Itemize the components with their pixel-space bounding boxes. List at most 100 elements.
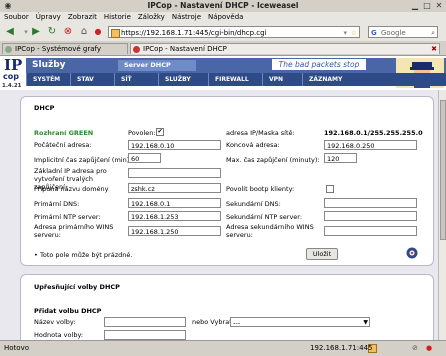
window-title: IPCop - Nastavení DHCP - Iceweasel	[147, 1, 299, 10]
fixed-lease-input[interactable]	[128, 168, 221, 178]
url-input[interactable]: https://192.168.1.71:445/cgi-bin/dhcp.cg…	[108, 26, 360, 38]
nav-vpn[interactable]: VPN	[262, 73, 302, 86]
end-address-input[interactable]: 192.168.0.250	[324, 140, 417, 150]
max-lease-label: Max. čas zapůjčení (minuty):	[226, 156, 320, 164]
subtab-dhcp-server[interactable]: Server DHCP	[118, 60, 196, 71]
version-label: 1.4.21	[2, 83, 22, 89]
menu-soubor[interactable]: Soubor	[4, 13, 29, 21]
help-icon[interactable]	[406, 247, 418, 259]
option-select[interactable]: --- ▼	[230, 317, 370, 327]
primary-ntp-input[interactable]: 192.168.1.253	[128, 211, 221, 221]
nav-firewall[interactable]: FIREWALL	[208, 73, 262, 86]
close-window-icon[interactable]: ✕	[434, 1, 444, 10]
url-dropdown-icon[interactable]: ▾	[343, 27, 347, 39]
section-title: Služby	[32, 60, 66, 70]
ip-mask-value: 192.168.0.1/255.255.255.0	[324, 129, 423, 137]
secondary-ntp-label: Sekundární NTP server:	[226, 213, 303, 221]
interface-label: Rozhraní GREEN	[34, 129, 94, 137]
bookmark-star-icon[interactable]: ☆	[351, 27, 357, 39]
secondary-dns-input[interactable]	[324, 198, 417, 208]
domain-suffix-input[interactable]: zshk.cz	[128, 183, 221, 193]
home-icon[interactable]: ⌂	[78, 26, 90, 38]
header-bar	[26, 58, 446, 73]
lock-icon	[111, 29, 120, 38]
end-address-label: Koncová adresa:	[226, 141, 280, 149]
default-lease-input[interactable]: 60	[128, 153, 161, 163]
maximize-icon[interactable]: □	[422, 1, 432, 10]
tab-bar: IPCop - Systémové grafy IPCop - Nastaven…	[0, 41, 446, 56]
option-name-label: Název volby:	[34, 318, 76, 326]
close-tab-icon[interactable]: ✖	[431, 44, 437, 55]
tab-label: IPCop - Systémové grafy	[15, 45, 102, 53]
option-value-input[interactable]	[104, 330, 186, 340]
menu-bar: Soubor Úpravy Zobrazit Historie Záložky Nástr…	[0, 12, 446, 23]
vertical-scrollbar[interactable]	[438, 90, 446, 340]
add-option-title: Přidat volbu DHCP	[34, 307, 102, 315]
enabled-checkbox[interactable]: ✔	[156, 128, 164, 136]
back-icon[interactable]: ◀	[4, 26, 16, 38]
nav-system[interactable]: SYSTÉM	[26, 73, 70, 86]
primary-wins-label: Adresa primárního WINS serveru:	[34, 223, 114, 239]
search-input[interactable]: G Google ⌕	[368, 26, 438, 38]
primary-dns-label: Primární DNS:	[34, 200, 80, 208]
save-button[interactable]: Uložit	[306, 248, 338, 260]
advanced-panel-title: Upřesňující volby DHCP	[34, 283, 120, 291]
adblock-icon[interactable]: ⊘	[412, 341, 418, 356]
tab-system-graphs[interactable]: IPCop - Systémové grafy	[2, 43, 128, 54]
tab-label: IPCop - Nastavení DHCP	[143, 45, 227, 53]
scrollbar-thumb[interactable]	[440, 100, 446, 240]
slogan: The bad packets stop here.	[272, 59, 366, 80]
bootp-label: Povolit bootp klienty:	[226, 185, 295, 193]
bootp-checkbox[interactable]	[326, 185, 334, 193]
menu-napoveda[interactable]: Nápověda	[208, 13, 243, 21]
default-lease-label: Implicitní čas zapůjčení (min):	[34, 156, 132, 164]
navigation-toolbar: ◀ ▾ ▶ ↻ ⊗ ⌂ ● https://192.168.1.71:445/c…	[0, 23, 446, 42]
search-icon[interactable]: ⌕	[431, 27, 435, 39]
status-address: 192.168.1.71:445	[310, 344, 373, 352]
menu-upravy[interactable]: Úpravy	[36, 13, 61, 21]
tab-favicon	[5, 46, 12, 53]
reload-icon[interactable]: ↻	[46, 26, 58, 38]
max-lease-input[interactable]: 120	[324, 153, 357, 163]
tab-dhcp[interactable]: IPCop - Nastavení DHCP ✖	[130, 43, 440, 54]
google-icon: G	[371, 29, 377, 37]
status-bar: Hotovo 192.168.1.71:445 ⊘ ●	[0, 340, 446, 356]
forward-icon[interactable]: ▶	[30, 26, 42, 38]
secondary-wins-input[interactable]	[324, 226, 417, 236]
main-nav: SYSTÉM STAV SÍŤ SLUŽBY FIREWALL VPN ZÁZN…	[26, 73, 446, 86]
option-name-input[interactable]	[104, 317, 186, 327]
ip-mask-label: adresa IP/Maska sítě:	[226, 129, 295, 137]
secondary-dns-label: Sekundární DNS:	[226, 200, 281, 208]
dhcp-panel-title: DHCP	[34, 104, 55, 112]
url-text: https://192.168.1.71:445/cgi-bin/dhcp.cg…	[121, 29, 267, 37]
tab-favicon	[133, 46, 140, 53]
primary-dns-input[interactable]: 192.168.0.1	[128, 198, 221, 208]
menu-zobrazit[interactable]: Zobrazit	[68, 13, 97, 21]
or-choose-label: nebo Vybrat	[192, 318, 232, 326]
menu-nastroje[interactable]: Nástroje	[172, 13, 201, 21]
option-select-value: ---	[233, 319, 241, 327]
window-menu-icon[interactable]: ◉	[3, 1, 13, 10]
search-placeholder: Google	[381, 29, 406, 37]
noscript-icon[interactable]: ●	[426, 341, 432, 356]
nav-status[interactable]: STAV	[70, 73, 114, 86]
optional-field-note: Toto pole může být prázdné.	[40, 251, 133, 259]
nav-services[interactable]: SLUŽBY	[158, 73, 208, 86]
stop-icon[interactable]: ⊗	[62, 26, 74, 38]
menu-zalozky[interactable]: Záložky	[138, 13, 165, 21]
chevron-down-icon: ▼	[363, 319, 368, 326]
nav-logs[interactable]: ZÁZNAMY	[302, 73, 364, 86]
option-value-label: Hodnota volby:	[34, 331, 84, 339]
menu-historie[interactable]: Historie	[104, 13, 131, 21]
domain-suffix-label: Přípona názvu domény	[34, 185, 109, 193]
secondary-wins-label: Adresa sekundárního WINS serveru:	[226, 223, 314, 239]
start-address-input[interactable]: 192.168.0.10	[128, 140, 221, 150]
primary-wins-input[interactable]: 192.168.1.250	[128, 226, 221, 236]
secondary-ntp-input[interactable]	[324, 211, 417, 221]
site-icon: ●	[94, 27, 102, 36]
nav-network[interactable]: SÍŤ	[114, 73, 158, 86]
minimize-icon[interactable]: ▁	[410, 1, 420, 10]
status-text: Hotovo	[4, 344, 29, 352]
enabled-label: Povolen:	[128, 129, 156, 137]
note-bullet-icon: •	[34, 251, 38, 259]
